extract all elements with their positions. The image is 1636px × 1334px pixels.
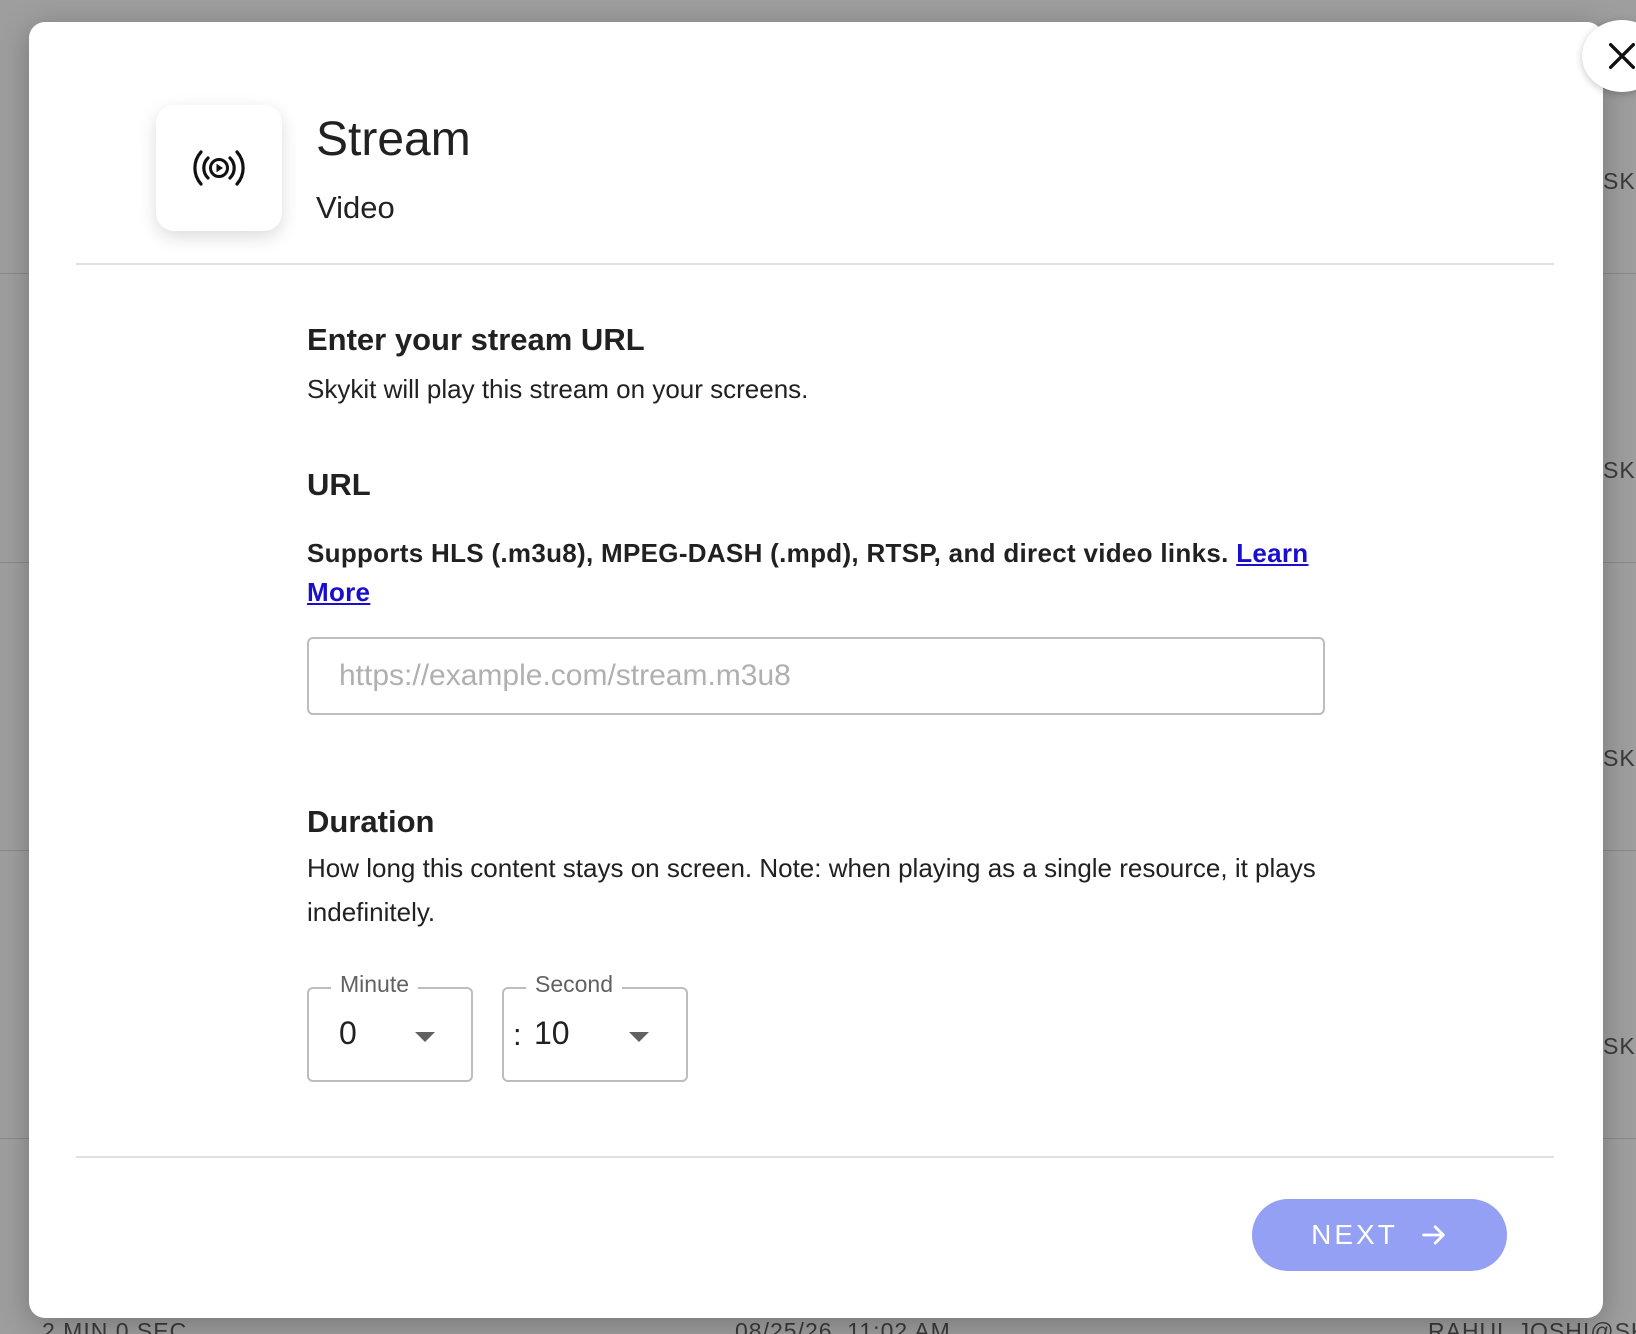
next-button[interactable]: NEXT — [1252, 1199, 1507, 1271]
chevron-down-icon — [629, 1032, 649, 1042]
bg-row-fragment: SK — [1603, 1033, 1636, 1059]
minute-label: Minute — [331, 971, 419, 998]
duration-description: How long this content stays on screen. N… — [307, 853, 1316, 927]
next-button-label: NEXT — [1311, 1219, 1398, 1250]
bg-date-cell: 08/25/26, 11:02 AM — [735, 1318, 951, 1334]
chevron-down-icon — [415, 1032, 435, 1042]
url-heading: URL — [307, 467, 371, 502]
stream-url-description: Skykit will play this stream on your scr… — [307, 374, 809, 404]
second-select[interactable]: Second 10 — [502, 971, 688, 1082]
bg-row-fragment: SK — [1603, 745, 1636, 771]
second-value: 10 — [534, 1015, 570, 1051]
stream-url-heading: Enter your stream URL — [307, 322, 645, 357]
stream-url-input[interactable] — [307, 637, 1325, 715]
modal-title: Stream — [316, 113, 471, 166]
minute-value: 0 — [339, 1015, 357, 1051]
minute-select[interactable]: Minute 0 — [307, 971, 473, 1082]
header-divider — [76, 263, 1554, 265]
url-support-text: Supports HLS (.m3u8), MPEG-DASH (.mpd), … — [307, 534, 1347, 612]
bg-user-cell: RAHUL JOSHI@SK — [1428, 1318, 1636, 1334]
url-support-description: Supports HLS (.m3u8), MPEG-DASH (.mpd), … — [307, 538, 1237, 568]
bg-row-fragment: SK — [1603, 168, 1636, 194]
second-label: Second — [526, 971, 623, 998]
broadcast-play-icon — [193, 150, 245, 186]
close-icon — [1608, 42, 1636, 70]
duration-heading: Duration — [307, 804, 435, 839]
bg-duration-cell: 2 MIN 0 SEC — [42, 1318, 188, 1334]
arrow-right-icon — [1421, 1225, 1445, 1245]
modal-subtitle: Video — [316, 190, 395, 225]
footer-divider — [76, 1156, 1554, 1158]
app-icon-tile — [156, 105, 282, 231]
stream-modal: Stream Video Enter your stream URL Skyki… — [29, 20, 1636, 1318]
bg-row-fragment: SK — [1603, 457, 1636, 483]
close-button[interactable] — [1582, 20, 1636, 92]
